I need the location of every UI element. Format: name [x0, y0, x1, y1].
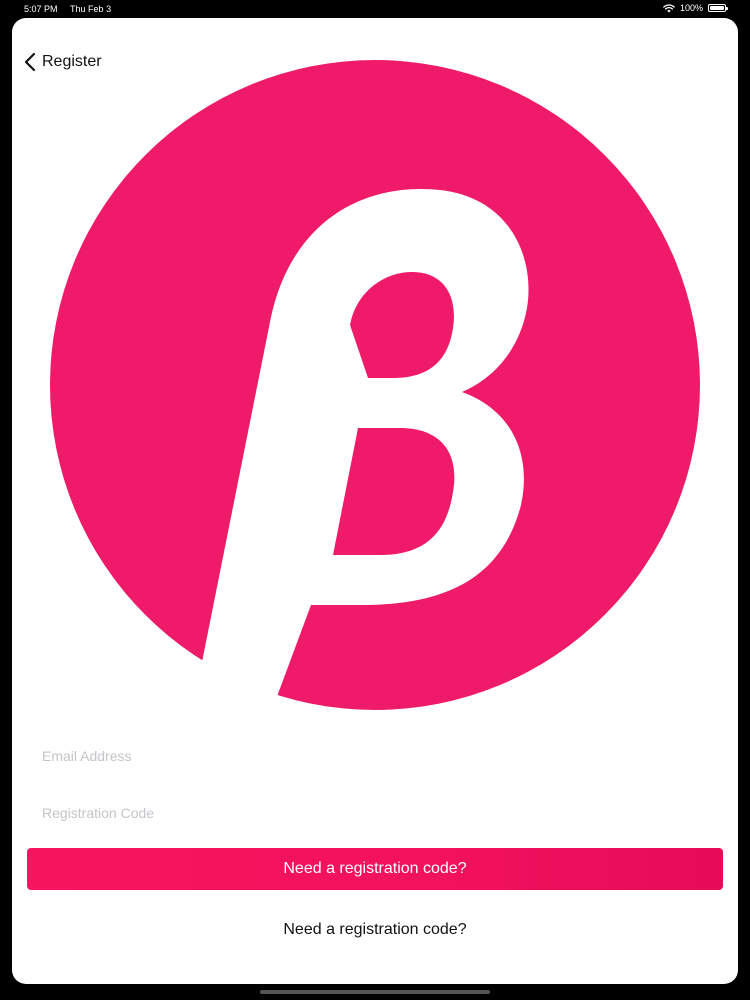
chevron-left-icon — [24, 52, 36, 72]
beta-logo-icon — [50, 60, 700, 710]
status-date: Thu Feb 3 — [70, 4, 112, 14]
home-indicator — [260, 990, 490, 994]
status-right: 100% — [663, 3, 728, 13]
email-field[interactable] — [42, 741, 702, 771]
need-code-link[interactable]: Need a registration code? — [12, 921, 738, 939]
battery-fill — [710, 6, 724, 10]
register-sheet: Register Need a registration code? Need … — [12, 18, 738, 984]
status-left: 5:07 PM Thu Feb 3 — [24, 4, 111, 14]
status-time: 5:07 PM — [24, 4, 58, 14]
status-bar: 5:07 PM Thu Feb 3 100% — [0, 0, 750, 18]
need-code-button[interactable]: Need a registration code? — [27, 848, 723, 890]
battery-percent: 100% — [679, 3, 703, 13]
wifi-icon — [663, 3, 675, 12]
battery-icon — [708, 4, 728, 12]
registration-code-field[interactable] — [42, 798, 702, 828]
